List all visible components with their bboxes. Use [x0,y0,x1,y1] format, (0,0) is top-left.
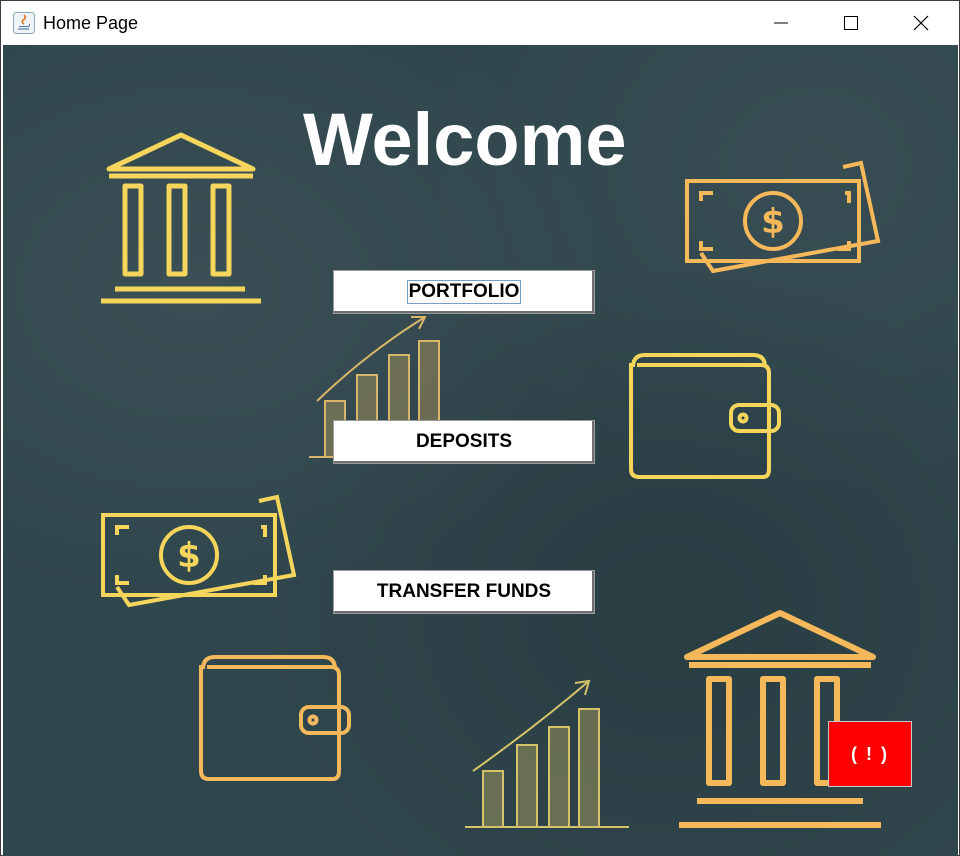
money-bill-icon: $ [101,494,297,608]
wallet-icon [629,353,781,479]
deposits-button-label: DEPOSITS [415,431,513,452]
money-bill-icon: $ [685,160,881,274]
bank-icon [679,610,881,828]
portfolio-button[interactable]: PORTFOLIO [333,270,595,314]
java-icon [13,12,35,34]
deposits-button[interactable]: DEPOSITS [333,420,595,464]
wallet-icon [199,655,351,781]
title-bar[interactable]: Home Page [1,1,959,45]
window-title: Home Page [43,13,139,33]
app-window: Home Page $ $ Welcome PORTFOLIO DEPOSITS… [0,0,960,856]
svg-text:$: $ [177,536,201,576]
growth-chart-icon [465,679,629,828]
transfer-funds-button-label: TRANSFER FUNDS [376,581,552,602]
home-panel: $ $ Welcome PORTFOLIO DEPOSITS TRANSFER … [3,45,958,856]
minimize-icon [774,22,788,24]
maximize-button[interactable] [816,1,886,45]
alert-button[interactable]: ( ! ) [828,721,912,787]
close-icon [913,15,929,31]
bank-icon [101,132,261,304]
alert-button-label: ( ! ) [851,743,889,764]
svg-text:$: $ [761,202,785,242]
portfolio-button-label: PORTFOLIO [406,280,522,304]
maximize-icon [844,16,858,30]
close-button[interactable] [886,1,956,45]
welcome-heading: Welcome [303,98,627,181]
transfer-funds-button[interactable]: TRANSFER FUNDS [333,570,595,614]
minimize-button[interactable] [746,1,816,45]
